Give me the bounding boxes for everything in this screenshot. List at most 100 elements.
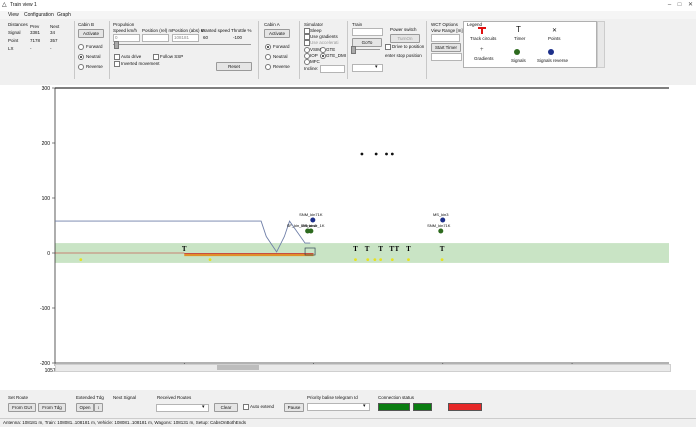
chart-scrollbar-thumb[interactable] bbox=[217, 365, 259, 370]
legend-track-circuits: Track circuits bbox=[470, 36, 497, 41]
inverted-checkbox[interactable] bbox=[114, 61, 120, 67]
divider bbox=[258, 21, 259, 79]
distances-row-prev: - bbox=[30, 46, 32, 51]
signal-label: SNM_kin71K bbox=[299, 212, 323, 217]
distances-row-label: LX bbox=[8, 46, 14, 51]
position-rel-input[interactable] bbox=[142, 34, 169, 42]
timer-marker: T bbox=[406, 245, 411, 253]
cabin-b-neutral-label: Neutral bbox=[86, 54, 101, 59]
gte-dmi-label: GTE_DMI bbox=[326, 53, 347, 58]
legend-timer: Timer bbox=[514, 36, 526, 41]
train-slider-track[interactable] bbox=[352, 49, 380, 50]
drive-to-position-checkbox[interactable] bbox=[385, 44, 391, 50]
signal-marker bbox=[305, 228, 311, 234]
gte-label: GTE bbox=[326, 47, 336, 52]
menu-configuration[interactable]: Configuration bbox=[24, 12, 54, 18]
position-abs-input[interactable]: 108181 bbox=[172, 34, 199, 42]
distances-row-prev: 3381 bbox=[30, 30, 41, 35]
power-switch-title: Power switch bbox=[390, 27, 417, 32]
auto-extend-label: Auto extend bbox=[250, 404, 275, 409]
throttle-slider-track[interactable] bbox=[113, 44, 251, 45]
distances-row-next: 34 bbox=[50, 30, 56, 35]
minimize-icon[interactable]: – bbox=[665, 1, 674, 9]
timer-marker: T bbox=[353, 245, 358, 253]
from-gui-button[interactable]: From GUI bbox=[8, 403, 36, 412]
track-chart[interactable]: 3002001000-100-200105785.5106785.5107785… bbox=[0, 85, 696, 390]
cabin-a-neutral-radio[interactable] bbox=[265, 54, 271, 60]
track-point bbox=[373, 258, 377, 261]
reset-button[interactable]: Reset bbox=[216, 62, 252, 71]
wanted-speed-label: Wanted speed bbox=[201, 28, 230, 33]
received-routes-label: Received Routes bbox=[157, 395, 192, 400]
cabin-b-forward-radio[interactable] bbox=[78, 44, 84, 50]
cabin-b-title: Cabin B bbox=[78, 22, 95, 27]
signal-marker bbox=[438, 228, 444, 234]
next-signal-label: Next Signal bbox=[113, 395, 137, 400]
spinner-button[interactable]: ↕ bbox=[94, 403, 103, 412]
follow-ssp-label: Follow SSP bbox=[160, 54, 184, 59]
distances-next-header: Next bbox=[50, 24, 60, 29]
use-accel-label: Use accelerati bbox=[310, 40, 339, 45]
pause-button[interactable]: Pause bbox=[284, 403, 304, 412]
goto-button[interactable]: GoTo bbox=[352, 38, 382, 47]
train-slider-handle[interactable] bbox=[351, 46, 356, 54]
incline-input[interactable] bbox=[320, 65, 345, 73]
open-button[interactable]: Open bbox=[76, 403, 94, 412]
enter-stop-position-label: enter stop position bbox=[385, 53, 422, 58]
black-point bbox=[374, 152, 378, 156]
legend-signals-reverse: Signals reverse bbox=[537, 58, 569, 63]
legend-scrollbar[interactable] bbox=[597, 21, 605, 68]
follow-ssp-checkbox[interactable] bbox=[153, 54, 159, 60]
view-range-input[interactable] bbox=[431, 34, 460, 42]
inverted-label: Inverted movement bbox=[121, 61, 160, 66]
timer-marker: T bbox=[440, 245, 445, 253]
auto-drive-checkbox[interactable] bbox=[114, 54, 120, 60]
track-circuit-icon-top bbox=[478, 27, 486, 29]
throttle-slider-handle[interactable] bbox=[114, 41, 119, 49]
throttle-value: -100 bbox=[231, 34, 254, 42]
propulsion-title: Propulsion bbox=[113, 22, 135, 27]
maximize-icon[interactable]: □ bbox=[675, 1, 684, 9]
chevron-down-icon[interactable]: ▾ bbox=[363, 403, 366, 409]
chart-scrollbar[interactable] bbox=[55, 364, 671, 372]
distances-row-label: Point bbox=[8, 38, 19, 43]
cabin-b-activate-button[interactable]: Activate bbox=[78, 29, 104, 38]
cabin-a-reverse-radio[interactable] bbox=[265, 64, 271, 70]
menu-bar: View Configuration Graph bbox=[0, 11, 696, 19]
mfc-label: MFC bbox=[310, 59, 320, 64]
divider bbox=[347, 21, 348, 79]
cabin-a-activate-button[interactable]: Activate bbox=[264, 29, 290, 38]
clear-button[interactable]: Clear bbox=[214, 403, 238, 412]
points-icon: ✕ bbox=[552, 28, 558, 34]
close-icon[interactable]: ✕ bbox=[686, 1, 695, 9]
throttle-label: Throttle % bbox=[231, 28, 252, 33]
auto-extend-checkbox[interactable] bbox=[243, 404, 249, 410]
timer-marker: T bbox=[182, 245, 187, 253]
position-rel-label: Position (rel) m bbox=[142, 28, 173, 33]
menu-view[interactable]: View bbox=[8, 12, 19, 18]
track-point bbox=[366, 258, 370, 261]
cabin-b-neutral-radio[interactable] bbox=[78, 54, 84, 60]
chevron-down-icon[interactable]: ▾ bbox=[375, 64, 378, 70]
timer-marker: T bbox=[395, 245, 400, 253]
cabin-a-forward-radio[interactable] bbox=[265, 44, 271, 50]
signal-marker bbox=[440, 217, 446, 223]
cabin-a-forward-label: Forward bbox=[273, 44, 290, 49]
extended-tdg-label: Extended Tdg bbox=[76, 395, 104, 400]
y-tick-label: 0 bbox=[47, 251, 50, 257]
train-position-input[interactable] bbox=[352, 28, 383, 36]
track-point bbox=[390, 258, 394, 261]
status-text: Antenna: 108181 m, Train: 108081..108181… bbox=[3, 420, 246, 425]
start-timer-button[interactable]: Start Timer bbox=[431, 43, 461, 52]
black-point bbox=[360, 152, 364, 156]
priority-balise-label: Priority balise telegram Id bbox=[307, 395, 358, 400]
from-tdg-button[interactable]: From Tdg bbox=[38, 403, 66, 412]
chevron-down-icon[interactable]: ▾ bbox=[202, 404, 205, 410]
legend-points: Points bbox=[548, 36, 561, 41]
menu-graph[interactable]: Graph bbox=[57, 12, 71, 18]
cabin-b-reverse-radio[interactable] bbox=[78, 64, 84, 70]
priority-balise-select[interactable] bbox=[307, 403, 370, 411]
turn-on-button[interactable]: TurnOn bbox=[390, 34, 420, 43]
y-tick-label: 200 bbox=[42, 141, 51, 147]
train-select[interactable] bbox=[352, 64, 383, 72]
